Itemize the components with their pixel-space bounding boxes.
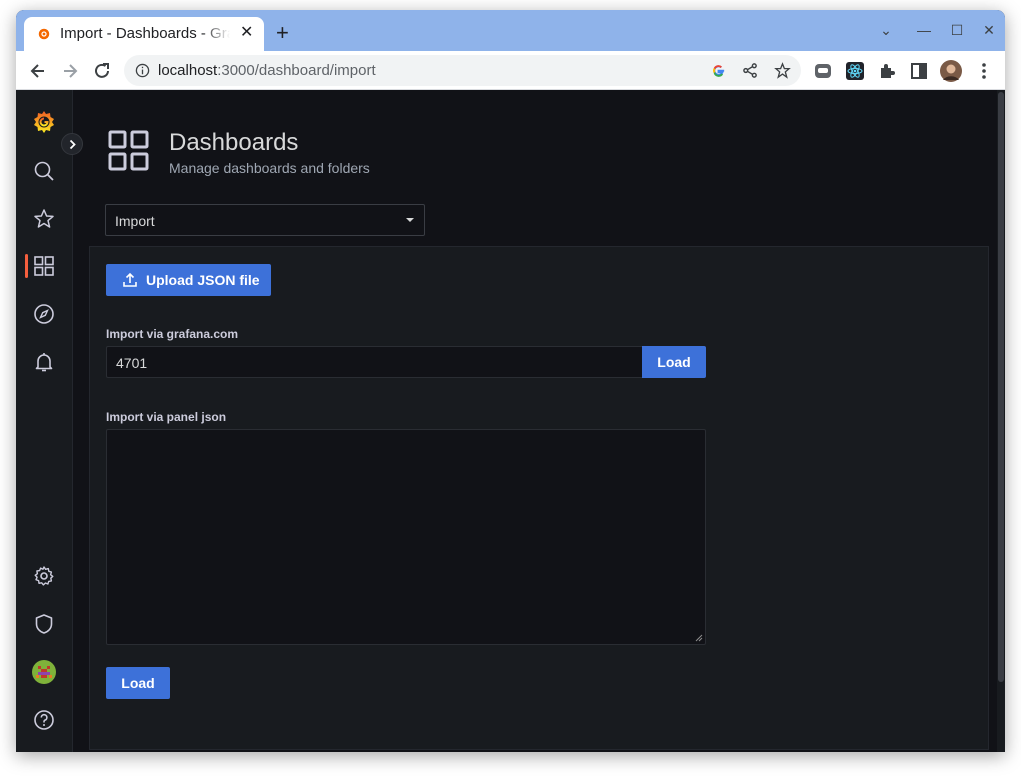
user-profile-avatar-icon[interactable] <box>32 660 56 684</box>
browser-window: Import - Dashboards - Grafana ✕ + ⌄ — ☐ … <box>16 10 1005 752</box>
chrome-menu-icon[interactable] <box>974 61 994 81</box>
upload-icon <box>123 272 137 287</box>
chevron-right-icon <box>69 139 76 150</box>
resize-grip-icon[interactable] <box>695 634 703 642</box>
browser-tab[interactable]: Import - Dashboards - Grafana ✕ <box>24 17 264 51</box>
maximize-icon[interactable]: ☐ <box>949 22 965 38</box>
select-value: Import <box>115 213 155 229</box>
back-icon[interactable] <box>28 61 48 81</box>
gcom-load-label: Load <box>657 354 691 370</box>
address-bar[interactable]: localhost:3000/dashboard/import <box>124 55 801 86</box>
browser-tabbar: Import - Dashboards - Grafana ✕ + ⌄ — ☐ … <box>16 10 1005 51</box>
configuration-gear-icon[interactable] <box>33 565 55 587</box>
page-tab-select[interactable]: Import <box>105 204 425 236</box>
site-info-icon[interactable] <box>135 63 150 78</box>
gcom-id-input[interactable]: 4701 <box>106 346 643 378</box>
active-indicator <box>25 254 28 278</box>
alerting-bell-icon[interactable] <box>33 351 55 373</box>
menu-expand-button[interactable] <box>61 133 83 155</box>
side-panel-icon[interactable] <box>909 61 929 81</box>
gcom-load-button[interactable]: Load <box>642 346 706 378</box>
page-subtitle: Manage dashboards and folders <box>169 160 370 176</box>
url-text: localhost:3000/dashboard/import <box>158 62 376 79</box>
explore-compass-icon[interactable] <box>33 303 55 325</box>
profile-avatar-icon[interactable] <box>940 60 962 82</box>
browser-toolbar: localhost:3000/dashboard/import <box>16 51 1005 90</box>
gcom-label: Import via grafana.com <box>106 327 239 341</box>
grafana-app: Dashboards Manage dashboards and folders… <box>16 90 1005 752</box>
upload-json-button[interactable]: Upload JSON file <box>106 264 271 296</box>
forward-icon[interactable] <box>60 61 80 81</box>
url-host: localhost <box>158 62 218 79</box>
side-menu <box>16 90 73 752</box>
caret-down-icon <box>406 218 414 222</box>
reload-icon[interactable] <box>92 61 112 81</box>
search-icon[interactable] <box>33 160 55 182</box>
import-panel: Upload JSON file Import via grafana.com … <box>89 246 989 750</box>
extensions-puzzle-icon[interactable] <box>877 61 897 81</box>
panel-json-label: Import via panel json <box>106 410 227 424</box>
tab-search-icon[interactable]: ⌄ <box>878 22 894 38</box>
url-path: :3000/dashboard/import <box>217 62 376 79</box>
gcom-id-value: 4701 <box>116 355 148 371</box>
json-load-label: Load <box>121 675 155 691</box>
google-icon[interactable] <box>710 62 727 79</box>
tab-title: Import - Dashboards - Grafana <box>60 25 230 42</box>
panel-json-textarea[interactable] <box>106 429 706 645</box>
page-title: Dashboards <box>169 129 299 156</box>
tab-close-icon[interactable]: ✕ <box>240 25 256 41</box>
starred-icon[interactable] <box>33 208 55 230</box>
line-extension-icon[interactable] <box>813 61 833 81</box>
close-window-icon[interactable]: ✕ <box>981 22 997 38</box>
share-icon[interactable] <box>742 62 759 79</box>
dashboards-icon[interactable] <box>33 255 55 277</box>
new-tab-icon[interactable]: + <box>276 22 294 44</box>
react-devtools-icon[interactable] <box>845 61 865 81</box>
grafana-favicon-icon <box>38 28 50 40</box>
minimize-icon[interactable]: — <box>916 22 932 38</box>
json-load-button[interactable]: Load <box>106 667 170 699</box>
upload-json-label: Upload JSON file <box>146 272 260 288</box>
grafana-logo-icon[interactable] <box>32 110 56 134</box>
bookmark-star-icon[interactable] <box>774 62 791 79</box>
dashboards-header-icon <box>108 130 149 171</box>
help-icon[interactable] <box>33 709 55 731</box>
scrollbar-thumb[interactable] <box>998 92 1004 682</box>
server-admin-shield-icon[interactable] <box>33 613 55 635</box>
page-scrollbar[interactable] <box>997 90 1005 752</box>
